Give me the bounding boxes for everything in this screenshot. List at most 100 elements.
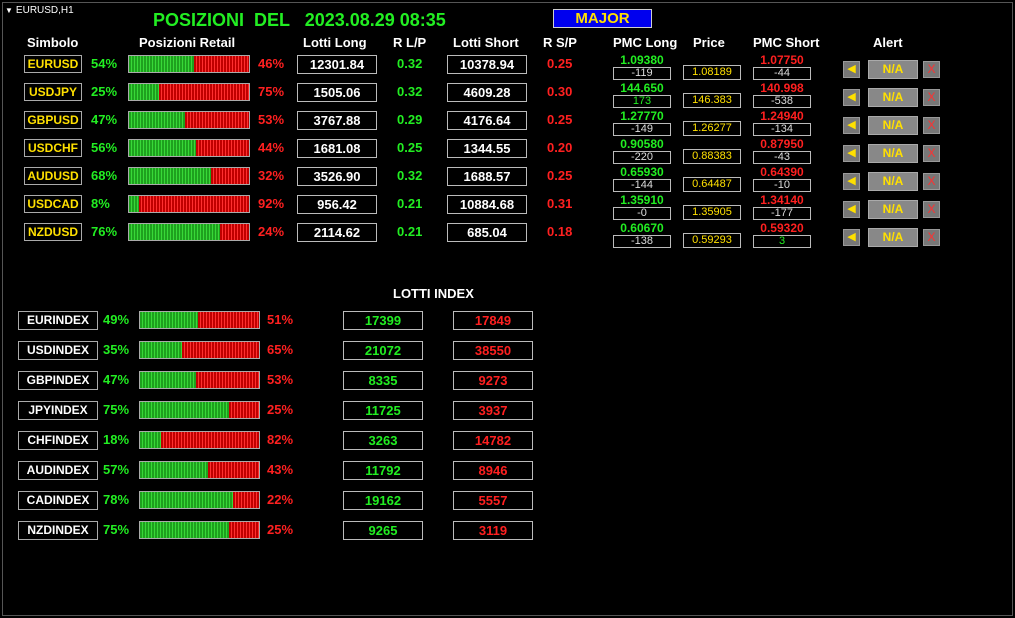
long-fill: [140, 522, 230, 538]
lotti-short-value: 1344.55: [447, 139, 527, 158]
long-fill: [140, 462, 208, 478]
megaphone-icon[interactable]: ◀: [843, 61, 860, 78]
long-fill: [140, 312, 199, 328]
alert-value-button[interactable]: N/A: [868, 88, 918, 107]
lotti-short-value: 10378.94: [447, 55, 527, 74]
close-icon[interactable]: X: [923, 229, 940, 246]
index-symbol-button[interactable]: NZDINDEX: [18, 521, 98, 540]
short-fill: [193, 56, 249, 72]
index-symbol-button[interactable]: CADINDEX: [18, 491, 98, 510]
long-percent: 56%: [91, 140, 118, 155]
pmc-short-value: 0.87950: [760, 137, 804, 151]
long-percent: 18%: [103, 432, 130, 447]
long-percent: 8%: [91, 196, 110, 211]
short-fill: [220, 224, 249, 240]
index-lotti-short: 3937: [453, 401, 533, 420]
header-price: Price: [693, 35, 725, 50]
major-group-button[interactable]: MAJOR: [553, 9, 652, 28]
megaphone-icon[interactable]: ◀: [843, 145, 860, 162]
close-icon[interactable]: X: [923, 201, 940, 218]
index-lotti-short: 5557: [453, 491, 533, 510]
retail-position-bar: [128, 195, 250, 213]
short-fill: [196, 140, 249, 156]
close-icon[interactable]: X: [923, 145, 940, 162]
index-lotti-short: 3119: [453, 521, 533, 540]
lotti-long-value: 2114.62: [297, 223, 377, 242]
alert-value-button[interactable]: N/A: [868, 200, 918, 219]
price-value: 1.26277: [683, 121, 741, 136]
header-posizioni-retail: Posizioni Retail: [139, 35, 236, 50]
megaphone-icon[interactable]: ◀: [843, 89, 860, 106]
retail-position-bar: [139, 431, 260, 449]
pmc-short-diff: -538: [753, 95, 811, 108]
index-lotti-long: 11792: [343, 461, 423, 480]
short-percent: 46%: [258, 56, 285, 71]
header-pmc-short: PMC Short: [753, 35, 820, 50]
lotti-long-value: 956.42: [297, 195, 377, 214]
alert-value-button[interactable]: N/A: [868, 144, 918, 163]
symbol-button[interactable]: USDCAD: [24, 195, 82, 213]
retail-position-bar: [139, 401, 260, 419]
header-simbolo: Simbolo: [27, 35, 79, 50]
index-symbol-button[interactable]: USDINDEX: [18, 341, 98, 360]
close-icon[interactable]: X: [923, 173, 940, 190]
alert-value-button[interactable]: N/A: [868, 60, 918, 79]
page-title: POSIZIONI DEL 2023.08.29 08:35: [153, 10, 446, 30]
pmc-long-value: 1.27770: [620, 109, 664, 123]
close-icon[interactable]: X: [923, 61, 940, 78]
alert-value-button[interactable]: N/A: [868, 228, 918, 247]
retail-position-bar: [139, 461, 260, 479]
symbol-button[interactable]: USDJPY: [24, 83, 82, 101]
short-percent: 32%: [258, 168, 285, 183]
megaphone-icon[interactable]: ◀: [843, 201, 860, 218]
symbol-button[interactable]: USDCHF: [24, 139, 82, 157]
symbol-button[interactable]: GBPUSD: [24, 111, 82, 129]
short-fill: [207, 462, 259, 478]
retail-position-bar: [139, 371, 260, 389]
alert-value-button[interactable]: N/A: [868, 116, 918, 135]
lotti-short-value: 1688.57: [447, 167, 527, 186]
table-row: JPYINDEX 75% 25% 11725 3937: [0, 400, 1015, 428]
pmc-long-diff: -144: [613, 179, 671, 192]
table-row: GBPINDEX 47% 53% 8335 9273: [0, 370, 1015, 398]
index-symbol-button[interactable]: EURINDEX: [18, 311, 98, 330]
short-percent: 82%: [267, 432, 294, 447]
pmc-short-diff: 3: [753, 235, 811, 248]
megaphone-icon[interactable]: ◀: [843, 229, 860, 246]
megaphone-icon[interactable]: ◀: [843, 173, 860, 190]
megaphone-icon[interactable]: ◀: [843, 117, 860, 134]
index-symbol-button[interactable]: AUDINDEX: [18, 461, 98, 480]
r-sp-value: 0.30: [547, 84, 573, 99]
lotti-short-value: 10884.68: [447, 195, 527, 214]
r-lp-value: 0.32: [397, 84, 423, 99]
long-percent: 78%: [103, 492, 130, 507]
index-symbol-button[interactable]: GBPINDEX: [18, 371, 98, 390]
index-symbol-button[interactable]: JPYINDEX: [18, 401, 98, 420]
close-icon[interactable]: X: [923, 89, 940, 106]
long-percent: 35%: [103, 342, 130, 357]
pmc-long-value: 0.90580: [620, 137, 664, 151]
table-row: NZDUSD 76% 24% 2114.62 0.21 685.04 0.18 0.60670…: [0, 221, 1015, 250]
symbol-button[interactable]: EURUSD: [24, 55, 82, 73]
symbol-button[interactable]: AUDUSD: [24, 167, 82, 185]
long-percent: 54%: [91, 56, 118, 71]
long-percent: 76%: [91, 224, 118, 239]
index-symbol-button[interactable]: CHFINDEX: [18, 431, 98, 450]
table-row: NZDINDEX 75% 25% 9265 3119: [0, 520, 1015, 548]
index-lotti-long: 11725: [343, 401, 423, 420]
close-icon[interactable]: X: [923, 117, 940, 134]
long-fill: [129, 196, 139, 212]
long-percent: 49%: [103, 312, 130, 327]
pmc-long-diff: -138: [613, 235, 671, 248]
table-row: USDCAD 8% 92% 956.42 0.21 10884.68 0.31 1.35910…: [0, 193, 1015, 222]
chart-symbol-label[interactable]: ▼ EURUSD,H1: [5, 5, 74, 16]
r-sp-value: 0.25: [547, 168, 573, 183]
r-lp-value: 0.21: [397, 196, 423, 211]
lotti-long-value: 3767.88: [297, 111, 377, 130]
pmc-short-diff: -177: [753, 207, 811, 220]
symbol-button[interactable]: NZDUSD: [24, 223, 82, 241]
retail-position-bar: [139, 491, 260, 509]
alert-value-button[interactable]: N/A: [868, 172, 918, 191]
pmc-short-diff: -44: [753, 67, 811, 80]
long-fill: [129, 56, 194, 72]
